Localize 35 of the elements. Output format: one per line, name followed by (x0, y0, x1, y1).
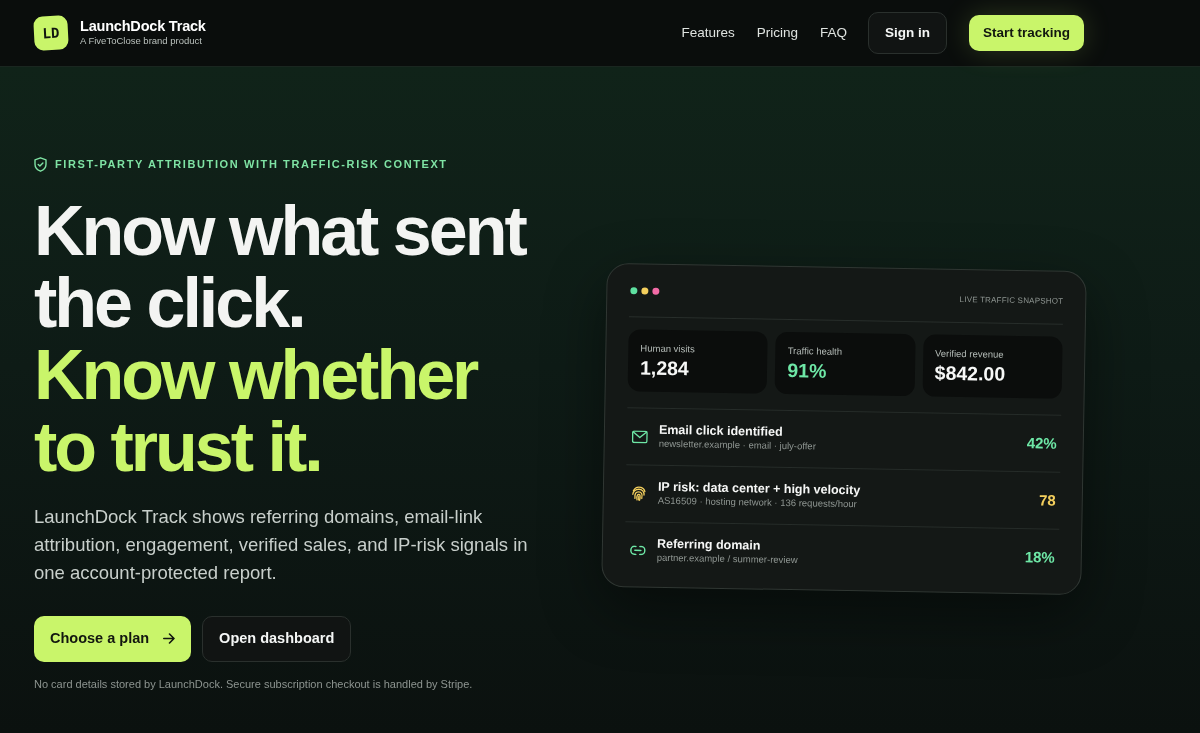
feed-value: 42% (1026, 432, 1057, 454)
stat-value: 91% (787, 358, 827, 384)
disclaimer-text: No card details stored by LaunchDock. Secure subscription checkout is handled by Stripe. (34, 676, 473, 692)
hero-description: LaunchDock Track shows referring domains, email-link attribution, engagement, verified sales, and IP-risk signals in one account-protected report. (34, 504, 529, 585)
brand-name: LaunchDock Track (80, 18, 206, 36)
brand-tagline: A FiveToClose brand product (80, 35, 203, 48)
feed-title: Email click identified (658, 423, 783, 440)
feed-detail: partner.example / summer-review (656, 552, 798, 567)
stat-label: Human visits (640, 341, 696, 357)
headline-text: Know what sent the click. (34, 194, 527, 339)
feed-title: Referring domain (656, 537, 761, 554)
feed-value: 78 (1038, 490, 1056, 511)
nav-link[interactable]: Pricing (756, 22, 798, 44)
stat-label: Verified revenue (934, 346, 1005, 362)
nav-link[interactable]: FAQ (819, 22, 847, 44)
headline-accent-text: Know whether to trust it. (34, 338, 478, 483)
feed-value: 18% (1024, 546, 1055, 568)
open-dashboard-button[interactable]: Open dashboard (202, 615, 352, 662)
shield-check-icon (34, 156, 47, 172)
feed-title: IP risk: data center + high velocity (657, 480, 861, 498)
stat-label: Traffic health (787, 344, 844, 359)
envelope-icon (631, 429, 648, 444)
arrow-right-icon (163, 633, 176, 644)
sign-in-button[interactable]: Sign in (867, 12, 947, 54)
logo-tile: LD (33, 15, 69, 51)
start-tracking-button[interactable]: Start tracking (968, 15, 1084, 51)
fingerprint-icon (630, 485, 647, 502)
panel-title: LIVE TRAFFIC SNAPSHOT (959, 294, 1064, 308)
choose-plan-button[interactable]: Choose a plan (34, 615, 192, 662)
link-icon (629, 545, 646, 556)
stat-value: $842.00 (934, 360, 1006, 387)
stat-value: 1,284 (639, 355, 690, 381)
eyebrow-text: FIRST-PARTY ATTRIBUTION WITH TRAFFIC-RISK CONTEXT (55, 157, 448, 172)
nav-link[interactable]: Features (681, 22, 735, 44)
feed-detail: newsletter.example · email · july-offer (658, 438, 816, 454)
